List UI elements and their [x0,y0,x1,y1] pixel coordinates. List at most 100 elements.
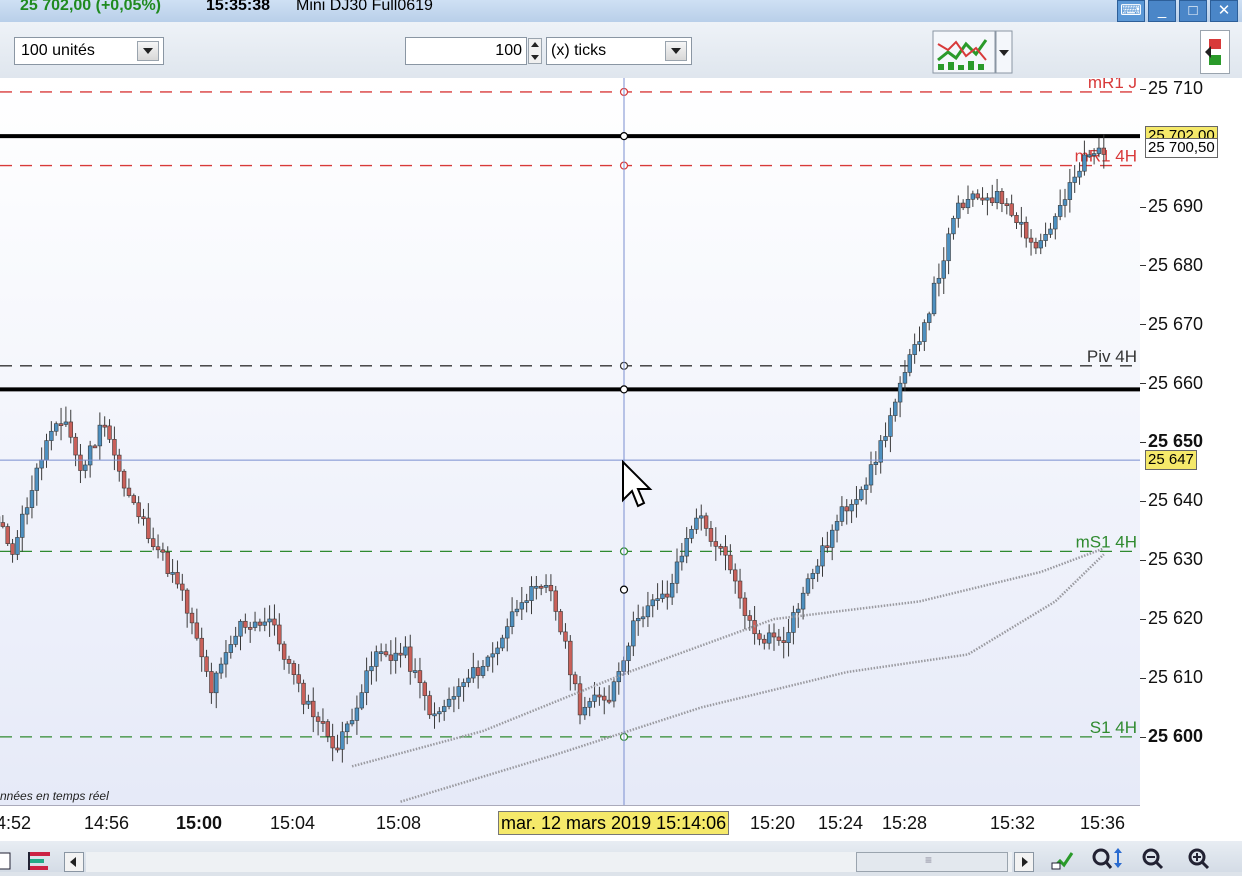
candle-down [5,526,10,544]
candle-up [834,521,840,531]
candle-up [985,197,990,201]
scroll-right-button[interactable] [1014,852,1034,872]
ticks-input[interactable]: 100 [405,37,527,65]
scroll-grip: ≡ [925,853,933,867]
candle-up [267,618,272,623]
candle-down [475,667,481,676]
candle-down [577,683,583,716]
candle-up [907,354,913,373]
axis-corner [1140,805,1242,841]
candle-down [121,470,127,489]
restore-icon[interactable]: □ [1179,0,1207,22]
candle-down [538,585,544,589]
candle-down [742,597,748,616]
candle-up [34,467,40,491]
candle-up [854,499,859,505]
ticks-stepper[interactable] [528,38,542,64]
candle-up [805,578,811,594]
candle-down [58,423,64,426]
minimize-icon[interactable]: _ [1148,0,1176,22]
candle-up [1062,199,1068,206]
clock-time: 15:35:38 [206,0,271,14]
candle-up [1048,228,1053,235]
candle-down [563,631,568,642]
price-axis[interactable]: 25 710 25 690 25 680 25 670 25 660 25 650 25 6… [1140,78,1242,805]
crosshair-marker [619,132,629,141]
draw-tool-icon[interactable] [1050,847,1080,871]
candle-up [262,621,267,626]
chart-style-icon[interactable] [1200,30,1230,74]
scroll-left-button[interactable] [64,852,84,872]
candle-up [878,440,883,463]
candlestick-chart[interactable]: mR1 JmR1 4HPiv 4HmS1 4HS1 4H [0,78,1140,805]
candle-down [301,682,306,705]
y-tick-label: 25 600 [1140,726,1203,747]
zoom-in-icon[interactable] [1186,847,1212,871]
candle-up [1038,240,1043,249]
title-bar: 25 702,00 (+0,05%) 15:35:38 Mini DJ30 Fu… [0,0,1242,22]
zoom-out-icon[interactable] [1140,847,1166,871]
candle-up [684,538,689,557]
candle-up [1053,216,1058,230]
candle-down [165,551,170,574]
candle-up [529,586,534,601]
candle-down [315,716,321,722]
tree-icon[interactable] [26,849,54,873]
candle-up [1057,205,1063,217]
candle-down [204,656,209,672]
chevron-down-icon[interactable] [137,41,159,61]
candle-down [762,638,767,644]
candle-down [572,674,578,685]
candle-up [863,484,869,490]
candle-up [364,670,369,693]
candle-up [44,440,49,461]
candle-up [922,322,927,342]
candle-up [378,651,384,654]
candle-up [446,698,452,707]
candle-up [1082,154,1087,172]
candle-up [495,647,500,655]
candle-up [228,644,233,653]
candle-down [146,517,151,539]
keyboard-icon[interactable]: ⌨ [1117,0,1145,22]
candle-up [926,313,932,323]
candle-up [39,459,44,469]
candle-up [485,656,491,667]
candle-down [1004,203,1010,206]
candle-up [786,632,791,643]
candle-down [194,622,200,639]
candle-up [218,663,224,674]
candle-up [796,608,801,613]
ticks-select[interactable]: (x) ticks [546,37,692,65]
candle-down [771,632,777,638]
scrollbar-thumb[interactable]: ≡ [856,852,1008,872]
candle-down [286,659,292,664]
candle-down [131,495,136,504]
candle-up [893,401,898,416]
ma-slow-line [400,553,1105,803]
x-tick-label: 15:00 [176,813,223,833]
indicator-chart-icon[interactable] [932,30,1014,74]
layout-icon[interactable] [0,849,12,873]
units-select[interactable]: 100 unités [14,37,164,65]
zoom-y-icon[interactable] [1090,847,1124,871]
candle-down [73,436,78,456]
price-chart[interactable]: mR1 JmR1 4H Piv 4H mS1 4H S1 4H nnées en te… [0,78,1140,805]
candle-down [126,487,132,496]
y-tick-label: 25 630 [1140,549,1203,570]
candle-up [524,600,529,603]
candle-up [699,515,704,519]
time-axis[interactable]: mar. 12 mars 2019 15:14:06 4:52 14:56 15:0… [0,805,1140,842]
y-tick-label: 25 710 [1140,78,1203,99]
candle-up [441,706,447,712]
close-icon[interactable]: ✕ [1210,0,1238,22]
candle-up [451,696,457,700]
candle-up [912,344,917,355]
candle-down [175,572,180,585]
chevron-down-icon[interactable] [665,41,687,61]
candle-up [810,573,816,580]
candle-up [509,611,515,627]
candle-up [829,529,835,548]
x-tick-label: 14:56 [84,813,130,833]
candle-up [587,701,592,708]
